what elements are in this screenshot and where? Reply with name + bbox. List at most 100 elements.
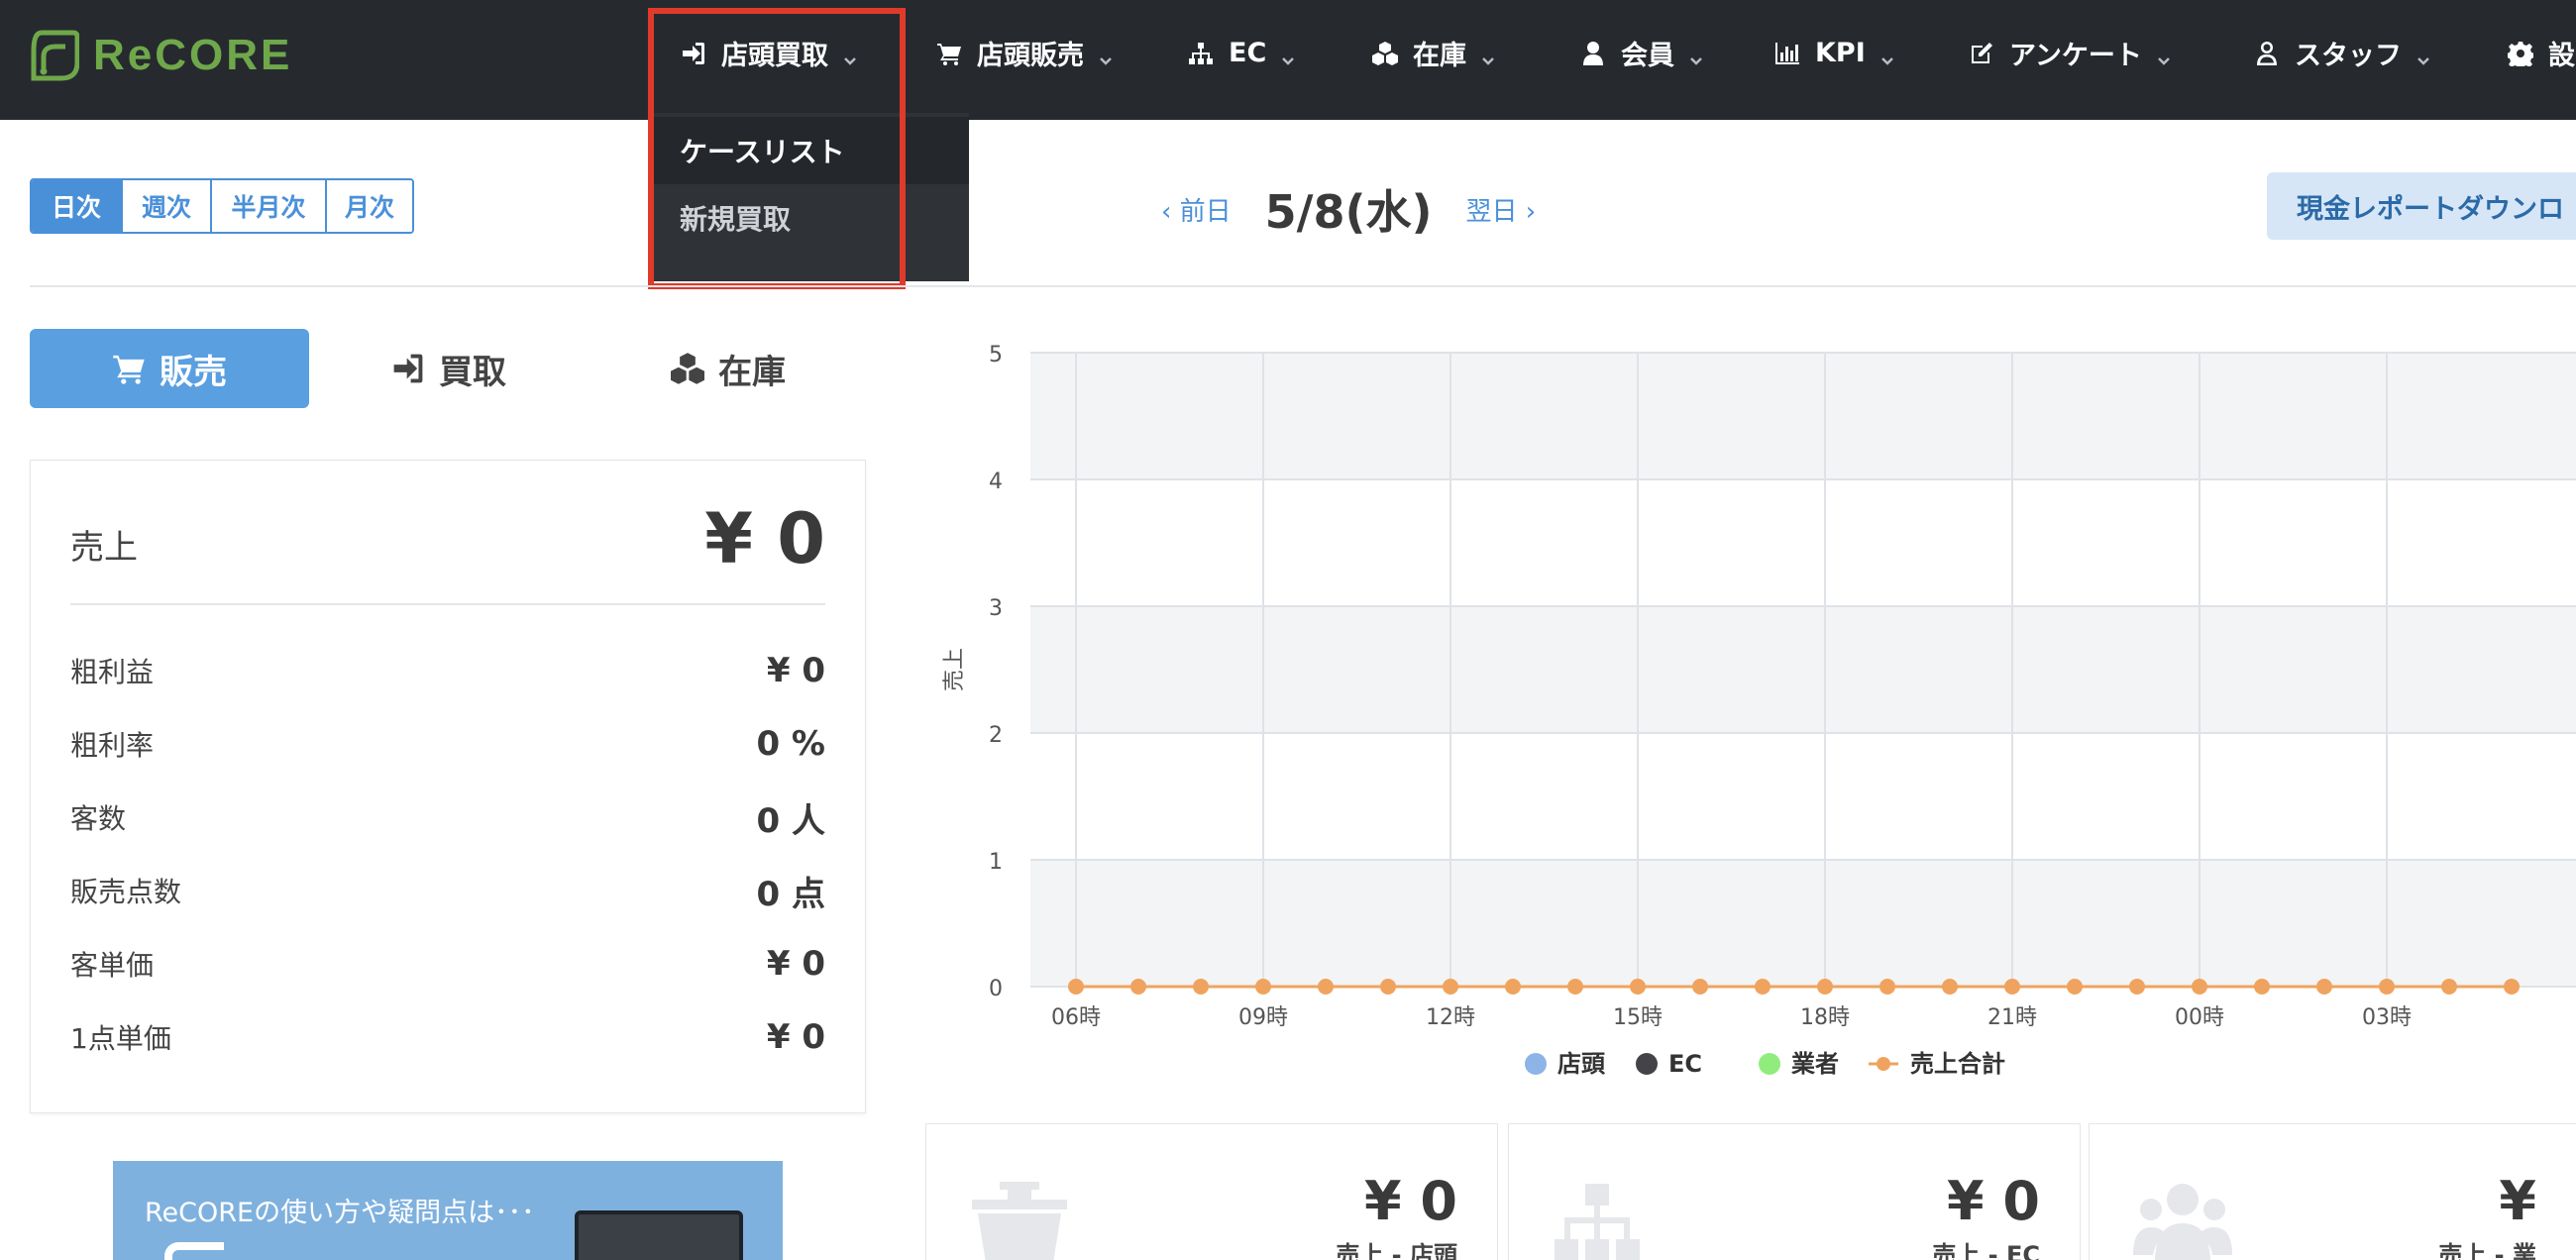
nav-label: 会員 xyxy=(1621,41,1674,71)
data-point xyxy=(1630,979,1646,995)
sign-in-icon xyxy=(393,354,423,383)
cubes-icon xyxy=(671,353,704,384)
data-point xyxy=(1755,979,1771,995)
summary-row-value: 0 % xyxy=(756,724,825,764)
summary-row-customers: 客数 0 人 xyxy=(70,788,825,847)
legend-label: 売上合計 xyxy=(1910,1050,2005,1078)
category-tab-sales[interactable]: 販売 xyxy=(30,329,309,408)
data-point xyxy=(1193,979,1209,995)
chevron-down-icon xyxy=(2415,46,2431,65)
sales-value: ¥ 0 xyxy=(704,498,825,579)
nav-label: EC xyxy=(1229,38,1267,68)
tab-half-monthly[interactable]: 半月次 xyxy=(210,180,325,232)
data-point xyxy=(2441,979,2457,995)
stat-value: ¥ 0 xyxy=(1947,1170,2040,1232)
sitemap-icon xyxy=(1555,1184,1640,1260)
legend-marker xyxy=(1759,1053,1780,1075)
nav-label: 設 xyxy=(2548,41,2575,71)
y-axis-label: 売上 xyxy=(942,648,967,691)
x-tick-label: 21時 xyxy=(1987,1005,2037,1030)
tab-daily[interactable]: 日次 xyxy=(32,180,121,232)
nav-label: 在庫 xyxy=(1413,41,1466,71)
data-point xyxy=(1817,979,1833,995)
stat-label: 売上 - EC xyxy=(1932,1241,2040,1260)
x-tick-label: 06時 xyxy=(1051,1005,1101,1030)
nav-item-members[interactable]: 会員 xyxy=(1579,0,1704,106)
data-point xyxy=(1879,979,1895,995)
sales-summary-card: 売上 ¥ 0 粗利益 ¥ 0 粗利率 0 % 客数 0 人 販売点数 0 点 客… xyxy=(30,460,866,1113)
summary-row-value: ¥ 0 xyxy=(766,944,825,984)
y-tick-label: 1 xyxy=(989,850,1003,875)
nav-item-settings[interactable]: 設 xyxy=(2507,0,2575,106)
stat-label: 売上 - 店頭 xyxy=(1336,1241,1457,1260)
data-point xyxy=(1130,979,1146,995)
legend-label: 業者 xyxy=(1791,1050,1839,1078)
help-banner-text: ReCOREの使い方や疑問点は･･･ xyxy=(145,1198,535,1228)
y-tick-label: 5 xyxy=(989,343,1003,368)
tab-monthly[interactable]: 月次 xyxy=(325,180,412,232)
legend-marker xyxy=(1636,1053,1658,1075)
help-banner[interactable]: ReCOREの使い方や疑問点は･･･ xyxy=(113,1161,783,1260)
data-point xyxy=(1318,979,1334,995)
nav-item-staff[interactable]: スタッフ xyxy=(2253,0,2431,106)
nav-item-inventory[interactable]: 在庫 xyxy=(1371,0,1496,106)
nav-item-ec[interactable]: EC xyxy=(1187,0,1296,106)
user-outline-icon xyxy=(2253,40,2281,67)
category-label: 在庫 xyxy=(718,352,786,392)
nav-label: KPI xyxy=(1815,38,1866,68)
stat-label: 売上 - 業 xyxy=(2438,1241,2536,1260)
user-icon xyxy=(1579,40,1607,67)
y-tick-label: 3 xyxy=(989,596,1003,621)
x-tick-label: 09時 xyxy=(1238,1005,1288,1030)
data-point xyxy=(1380,979,1396,995)
chevron-down-icon xyxy=(2156,46,2172,65)
period-tabs: 日次 週次 半月次 月次 xyxy=(30,178,414,234)
legend-label: 店頭 xyxy=(1557,1050,1606,1078)
category-label: 販売 xyxy=(160,352,227,392)
nav-item-kpi[interactable]: KPI xyxy=(1773,0,1895,106)
summary-row-gross-profit: 粗利益 ¥ 0 xyxy=(70,641,825,700)
stat-card-store-sales: ¥ 0 売上 - 店頭 xyxy=(925,1123,1498,1260)
nav-item-store-sales[interactable]: 店頭販売 xyxy=(935,0,1114,106)
brand-logo[interactable]: ReCORE xyxy=(28,28,292,83)
banner-logo-mark xyxy=(164,1242,224,1260)
legend-marker xyxy=(1525,1053,1547,1075)
stat-value: ¥ 0 xyxy=(1364,1170,1457,1232)
summary-row-label: 1点単価 xyxy=(70,1022,171,1055)
chevron-down-icon xyxy=(1098,46,1114,65)
data-point xyxy=(2379,979,2395,995)
date-navigation: ‹ 前日 5/8(水) 翌日 › xyxy=(1161,174,1536,244)
cart-icon xyxy=(113,355,145,384)
recore-leaf-icon xyxy=(31,30,79,81)
y-tick-label: 4 xyxy=(989,470,1003,494)
category-tab-inventory[interactable]: 在庫 xyxy=(589,329,868,408)
data-point xyxy=(1068,979,1084,995)
data-point xyxy=(1443,979,1458,995)
stat-card-ec-sales: ¥ 0 売上 - EC xyxy=(1508,1123,2081,1260)
cubes-icon xyxy=(1371,40,1399,67)
divider xyxy=(70,603,825,605)
top-navbar: ReCORE 店頭買取 店頭販売 EC 在庫 会員 KPI アンケート スタッフ xyxy=(0,0,2576,120)
tab-weekly[interactable]: 週次 xyxy=(121,180,210,232)
edit-icon xyxy=(1968,40,1995,67)
data-point xyxy=(2254,979,2270,995)
summary-row-label: 粗利益 xyxy=(70,656,155,688)
sitemap-icon xyxy=(1187,40,1215,67)
stat-value: ¥ xyxy=(2499,1170,2536,1232)
summary-row-label: 客単価 xyxy=(70,949,155,982)
legend-label: EC xyxy=(1668,1050,1702,1078)
chevron-down-icon xyxy=(1879,46,1895,65)
next-day-link[interactable]: 翌日 › xyxy=(1466,191,1537,228)
category-tab-purchase[interactable]: 買取 xyxy=(309,329,589,408)
prev-day-link[interactable]: ‹ 前日 xyxy=(1161,191,1232,228)
highlight-annotation xyxy=(648,8,906,289)
divider xyxy=(30,285,2576,287)
cash-report-download-button[interactable]: 現金レポートダウンロ xyxy=(2267,172,2576,240)
data-point xyxy=(2316,979,2332,995)
nav-item-survey[interactable]: アンケート xyxy=(1968,0,2172,106)
y-tick-label: 2 xyxy=(989,723,1003,748)
summary-row-value: ¥ 0 xyxy=(766,651,825,690)
summary-row-label: 粗利率 xyxy=(70,729,155,762)
brand-name: ReCORE xyxy=(93,31,293,79)
summary-row-avg-per-item: 1点単価 ¥ 0 xyxy=(70,1007,825,1067)
